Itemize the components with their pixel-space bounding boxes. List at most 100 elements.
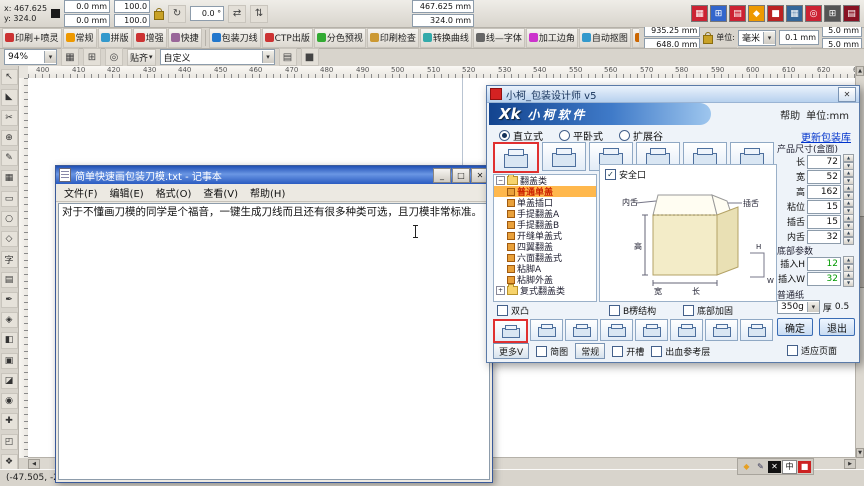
page-y-field[interactable]: 324.0 mm [412, 14, 475, 27]
unit-select[interactable]: 毫米 ▾ [737, 29, 776, 46]
line-to-font-button[interactable]: 线—字体 [472, 27, 525, 48]
paper-weight-select[interactable]: 350g ▾ [777, 300, 820, 314]
plugin-toolbar-icon[interactable]: ▤ [843, 5, 860, 22]
dialog-titlebar[interactable]: 小柯_包装设计师 v5 ✕ [487, 86, 859, 103]
text-tool[interactable]: 字 [0, 251, 18, 268]
connector-tool[interactable]: ◰ [0, 433, 18, 450]
mirror-horizontal-icon[interactable]: ⇄ [228, 4, 247, 23]
plugin-toolbar-icon[interactable]: ▦ [786, 5, 803, 22]
lock-page-ratio-icon[interactable] [703, 32, 714, 44]
auto-cutout-button[interactable]: 自动抠图 [578, 27, 631, 48]
more-button[interactable]: 更多V [493, 343, 530, 359]
box-type-thumb[interactable] [493, 142, 539, 173]
spin-down-icon[interactable]: ▼ [843, 236, 854, 245]
nudge-field[interactable]: 0.1 mm [779, 30, 819, 45]
object-width-field[interactable]: 0.0 mm [64, 0, 111, 13]
bleed-layer-option[interactable]: 出血参考层 [651, 345, 710, 358]
notepad-titlebar[interactable]: 简单快速画包装刀模.txt - 记事本 _ □ ✕ [56, 166, 492, 184]
page-x-field[interactable]: 467.625 mm [412, 0, 475, 13]
rectangle-tool[interactable]: ▭ [0, 190, 18, 207]
pen-icon[interactable]: ✎ [754, 461, 767, 473]
double-convex-option[interactable]: 双凸 [497, 304, 529, 317]
ctp-output-button[interactable]: CTP出版 [261, 27, 313, 48]
bottom-style-thumb[interactable] [705, 319, 738, 341]
slot-option[interactable]: 开槽 [612, 345, 644, 358]
close-button[interactable]: ✕ [838, 86, 856, 102]
box-type-thumb[interactable] [542, 142, 586, 171]
chevron-down-icon[interactable]: ▾ [44, 51, 56, 63]
scroll-right-icon[interactable]: ▶ [844, 459, 856, 469]
scroll-down-icon[interactable]: ▼ [856, 448, 864, 458]
param-field[interactable]: 32 [807, 271, 841, 286]
ellipse-tool[interactable]: ○ [0, 210, 18, 227]
tab-quick[interactable]: 快捷 [167, 27, 202, 48]
param-field[interactable]: 15 [807, 214, 841, 229]
radio-lying[interactable]: 平卧式 [559, 128, 603, 143]
diamond-icon[interactable]: ◆ [740, 461, 753, 473]
scale-x-field[interactable]: 100.0 [114, 0, 151, 13]
snap-menu-button[interactable]: 贴齐 ▾ [127, 48, 156, 66]
menu-help[interactable]: 帮助(H) [244, 184, 291, 201]
interactive-fill-tool[interactable]: ◪ [0, 372, 18, 389]
lock-ratio-icon[interactable] [154, 8, 165, 20]
b-flute-option[interactable]: B楞结构 [609, 304, 656, 317]
bottom-style-thumb[interactable] [600, 319, 633, 341]
packaging-cutline-button[interactable]: 包装刀线 [208, 27, 261, 48]
mirror-vertical-icon[interactable]: ⇅ [250, 4, 269, 23]
rotation-angle-field[interactable]: 0.0 ° [190, 6, 225, 21]
notepad-text-area[interactable]: 对于不懂画刀模的同学是个福音，一键生成刀线而且还有很多种类可选，且刀模非常标准。 [58, 203, 490, 480]
normal-mode-button[interactable]: 常规 [575, 343, 606, 359]
param-field[interactable]: 72 [807, 154, 841, 169]
param-field[interactable]: 12 [807, 256, 841, 271]
chevron-down-icon[interactable]: ▾ [763, 31, 775, 44]
page-options-icon[interactable]: ▤ [278, 48, 297, 66]
ok-button[interactable]: 确定 [777, 318, 813, 336]
freehand-tool[interactable]: ✎ [0, 150, 18, 167]
print-check-button[interactable]: 印刷检查 [366, 27, 419, 48]
tab-print-wizard[interactable]: 印刷+喷灵 [2, 27, 62, 48]
crop-tool[interactable]: ✂ [0, 109, 18, 126]
plugin-toolbar-icon[interactable]: ◆ [748, 5, 765, 22]
pen-tool[interactable]: ✒ [0, 291, 18, 308]
pick-tool[interactable]: ↖ [0, 69, 18, 86]
bottom-style-thumb[interactable] [530, 319, 563, 341]
outline-tool[interactable]: ◧ [0, 332, 18, 349]
bottom-style-thumb[interactable] [635, 319, 668, 341]
spin-up-icon[interactable]: ▲ [843, 198, 854, 207]
snap-grid-icon[interactable]: ▦ [61, 48, 79, 66]
spin-up-icon[interactable]: ▲ [843, 168, 854, 177]
minimize-button[interactable]: _ [433, 167, 451, 183]
spin-up-icon[interactable]: ▲ [843, 270, 854, 279]
spin-up-icon[interactable]: ▲ [843, 183, 854, 192]
box-style-tree[interactable]: − 翻盖类 普通单盖 单盖插口 手提翻盖A 手提翻盖B 开缝单盖式 四翼翻盖 六面… [493, 174, 597, 302]
plugin-toolbar-icon[interactable]: ■ [767, 5, 784, 22]
dimension-tool[interactable]: ✚ [0, 413, 18, 430]
param-field[interactable]: 162 [807, 184, 841, 199]
param-field[interactable]: 32 [807, 229, 841, 244]
spin-down-icon[interactable]: ▼ [843, 278, 854, 287]
edge-process-button[interactable]: 加工边角 [525, 27, 578, 48]
plugin-toolbar-icon[interactable]: ▦ [691, 5, 708, 22]
close-icon[interactable]: ✕ [768, 460, 781, 473]
plugin-toolbar-icon[interactable]: ⊞ [710, 5, 727, 22]
tab-enhance[interactable]: 增强 [132, 27, 167, 48]
tab-imposition[interactable]: 拼版 [97, 27, 132, 48]
snap-guideline-icon[interactable]: ⊞ [83, 48, 101, 66]
radio-upright[interactable]: 直立式 [499, 128, 543, 143]
menu-format[interactable]: 格式(O) [150, 184, 198, 201]
page-width-field[interactable]: 935.25 mm [644, 27, 701, 37]
object-height-field[interactable]: 0.0 mm [64, 14, 111, 27]
convert-curves-button[interactable]: 转换曲线 [419, 27, 472, 48]
spin-up-icon[interactable]: ▲ [843, 153, 854, 162]
param-field[interactable]: 15 [807, 199, 841, 214]
duplicate-x-field[interactable]: 5.0 mm [822, 27, 862, 37]
menu-view[interactable]: 查看(V) [197, 184, 244, 201]
bottom-style-thumb[interactable] [493, 319, 528, 343]
spin-up-icon[interactable]: ▲ [843, 228, 854, 237]
smart-fill-tool[interactable]: ▦ [0, 170, 18, 187]
scroll-left-icon[interactable]: ◀ [28, 459, 40, 469]
simple-view-option[interactable]: 简图 [536, 345, 568, 358]
exit-button[interactable]: 退出 [819, 318, 855, 336]
tab-normal[interactable]: 常规 [62, 27, 97, 48]
preset-select[interactable]: 自定义 ▾ [159, 49, 275, 65]
